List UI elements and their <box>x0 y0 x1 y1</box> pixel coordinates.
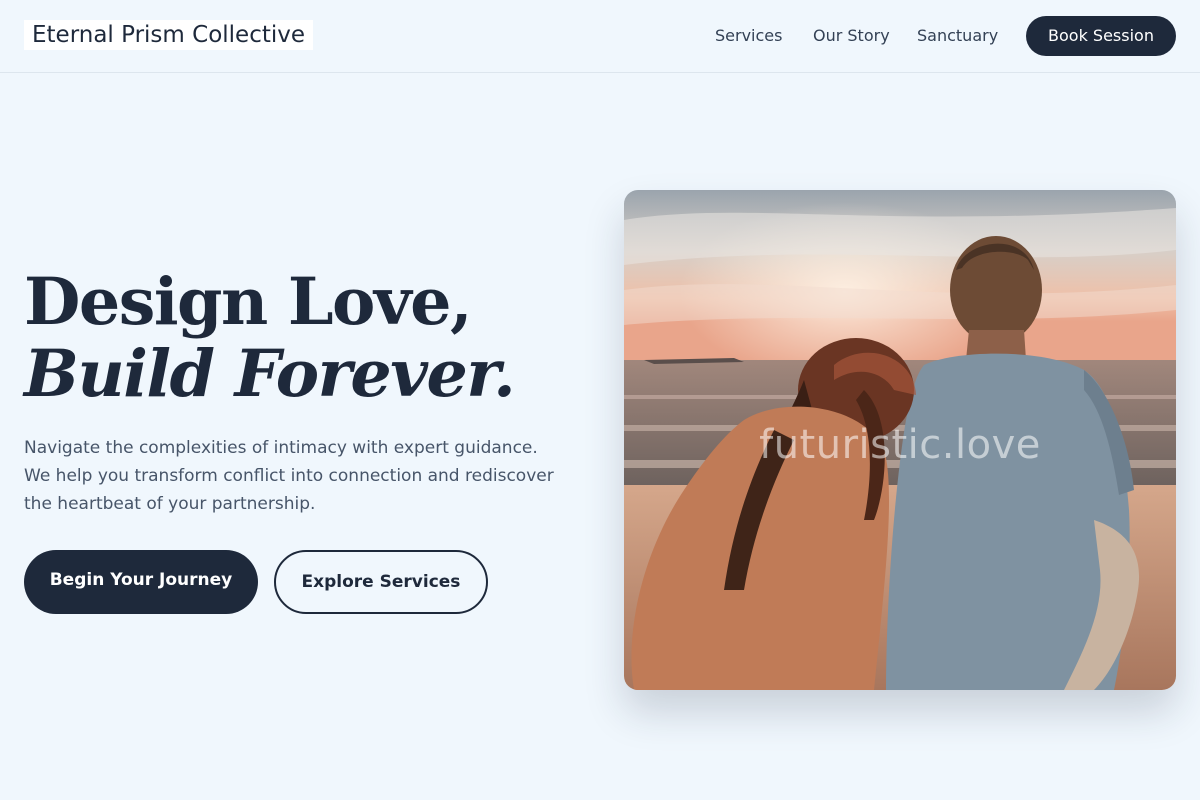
hero-title-line-2: Build Forever. <box>24 336 516 412</box>
image-watermark: futuristic.love <box>759 422 1041 468</box>
nav-services[interactable]: Services <box>715 25 782 47</box>
hero-description: Navigate the complexities of intimacy wi… <box>24 438 554 514</box>
hero-title-line-1: Design Love, <box>24 264 473 340</box>
nav-sanctuary[interactable]: Sanctuary <box>917 25 998 47</box>
book-session-button[interactable]: Book Session <box>1026 16 1176 56</box>
nav-our-story[interactable]: Our Story <box>813 25 890 47</box>
hero-image: futuristic.love <box>624 190 1176 690</box>
begin-journey-button[interactable]: Begin Your Journey <box>24 550 258 614</box>
explore-services-button[interactable]: Explore Services <box>274 550 488 614</box>
site-header: Eternal Prism Collective Services Our St… <box>0 0 1200 73</box>
hero-title: Design Love, Build Forever. <box>24 266 584 410</box>
brand-logo[interactable]: Eternal Prism Collective <box>24 20 314 50</box>
